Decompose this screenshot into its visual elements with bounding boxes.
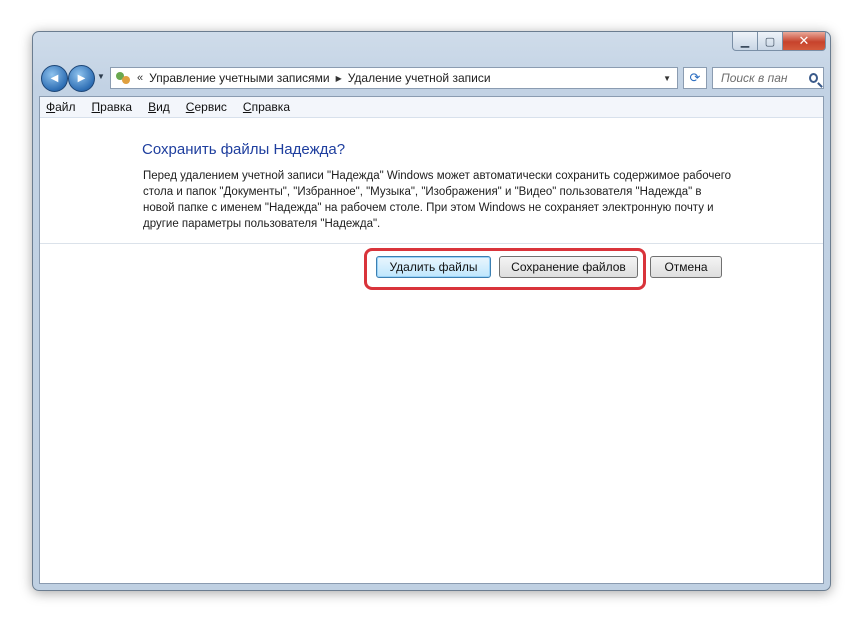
navigation-bar: ◀ ▶ ▼ « Управление учетными записями ▶ У…: [39, 64, 824, 92]
description-text: Перед удалением учетной записи "Надежда"…: [143, 170, 732, 230]
minimize-button[interactable]: ▁: [732, 32, 758, 51]
search-box[interactable]: [712, 67, 824, 89]
page-title: Сохранить файлы Надежда?: [142, 141, 346, 158]
divider: [40, 243, 823, 244]
address-dropdown-icon[interactable]: ▼: [663, 74, 671, 83]
explorer-window: ▁ ▢ ✕ ◀ ▶ ▼ « Управление учетными запися…: [32, 31, 831, 591]
caption-buttons: ▁ ▢ ✕: [732, 32, 826, 51]
breadcrumb-delete-account[interactable]: Удаление учетной записи: [348, 71, 491, 85]
recent-pages-dropdown[interactable]: ▼: [97, 72, 105, 81]
search-input[interactable]: [719, 70, 809, 86]
address-bar[interactable]: « Управление учетными записями ▶ Удалени…: [110, 67, 678, 89]
menu-file[interactable]: Файл: [46, 100, 76, 114]
breadcrumb-overflow[interactable]: «: [137, 72, 143, 84]
search-icon[interactable]: [809, 73, 818, 83]
back-button[interactable]: ◀: [41, 65, 68, 92]
delete-files-button[interactable]: Удалить файлы: [376, 256, 491, 278]
refresh-icon: ⟳: [689, 70, 701, 85]
forward-button[interactable]: ▶: [68, 65, 95, 92]
refresh-button[interactable]: ⟳: [683, 67, 707, 89]
forward-arrow-icon: ▶: [77, 73, 86, 84]
content-pane: Файл Правка Вид Сервис Справка Сохранить…: [39, 96, 824, 584]
menu-view[interactable]: Вид: [148, 100, 170, 114]
menu-bar: Файл Правка Вид Сервис Справка: [40, 97, 823, 118]
user-accounts-icon: [115, 70, 131, 86]
menu-edit[interactable]: Правка: [92, 100, 133, 114]
maximize-button[interactable]: ▢: [758, 32, 783, 51]
close-button[interactable]: ✕: [783, 32, 826, 51]
back-arrow-icon: ◀: [50, 73, 59, 84]
breadcrumb-separator-icon[interactable]: ▶: [336, 74, 342, 83]
menu-tools[interactable]: Сервис: [186, 100, 227, 114]
keep-files-button[interactable]: Сохранение файлов: [499, 256, 638, 278]
menu-help[interactable]: Справка: [243, 100, 290, 114]
breadcrumb-user-accounts[interactable]: Управление учетными записями: [149, 71, 329, 85]
cancel-button[interactable]: Отмена: [650, 256, 722, 278]
